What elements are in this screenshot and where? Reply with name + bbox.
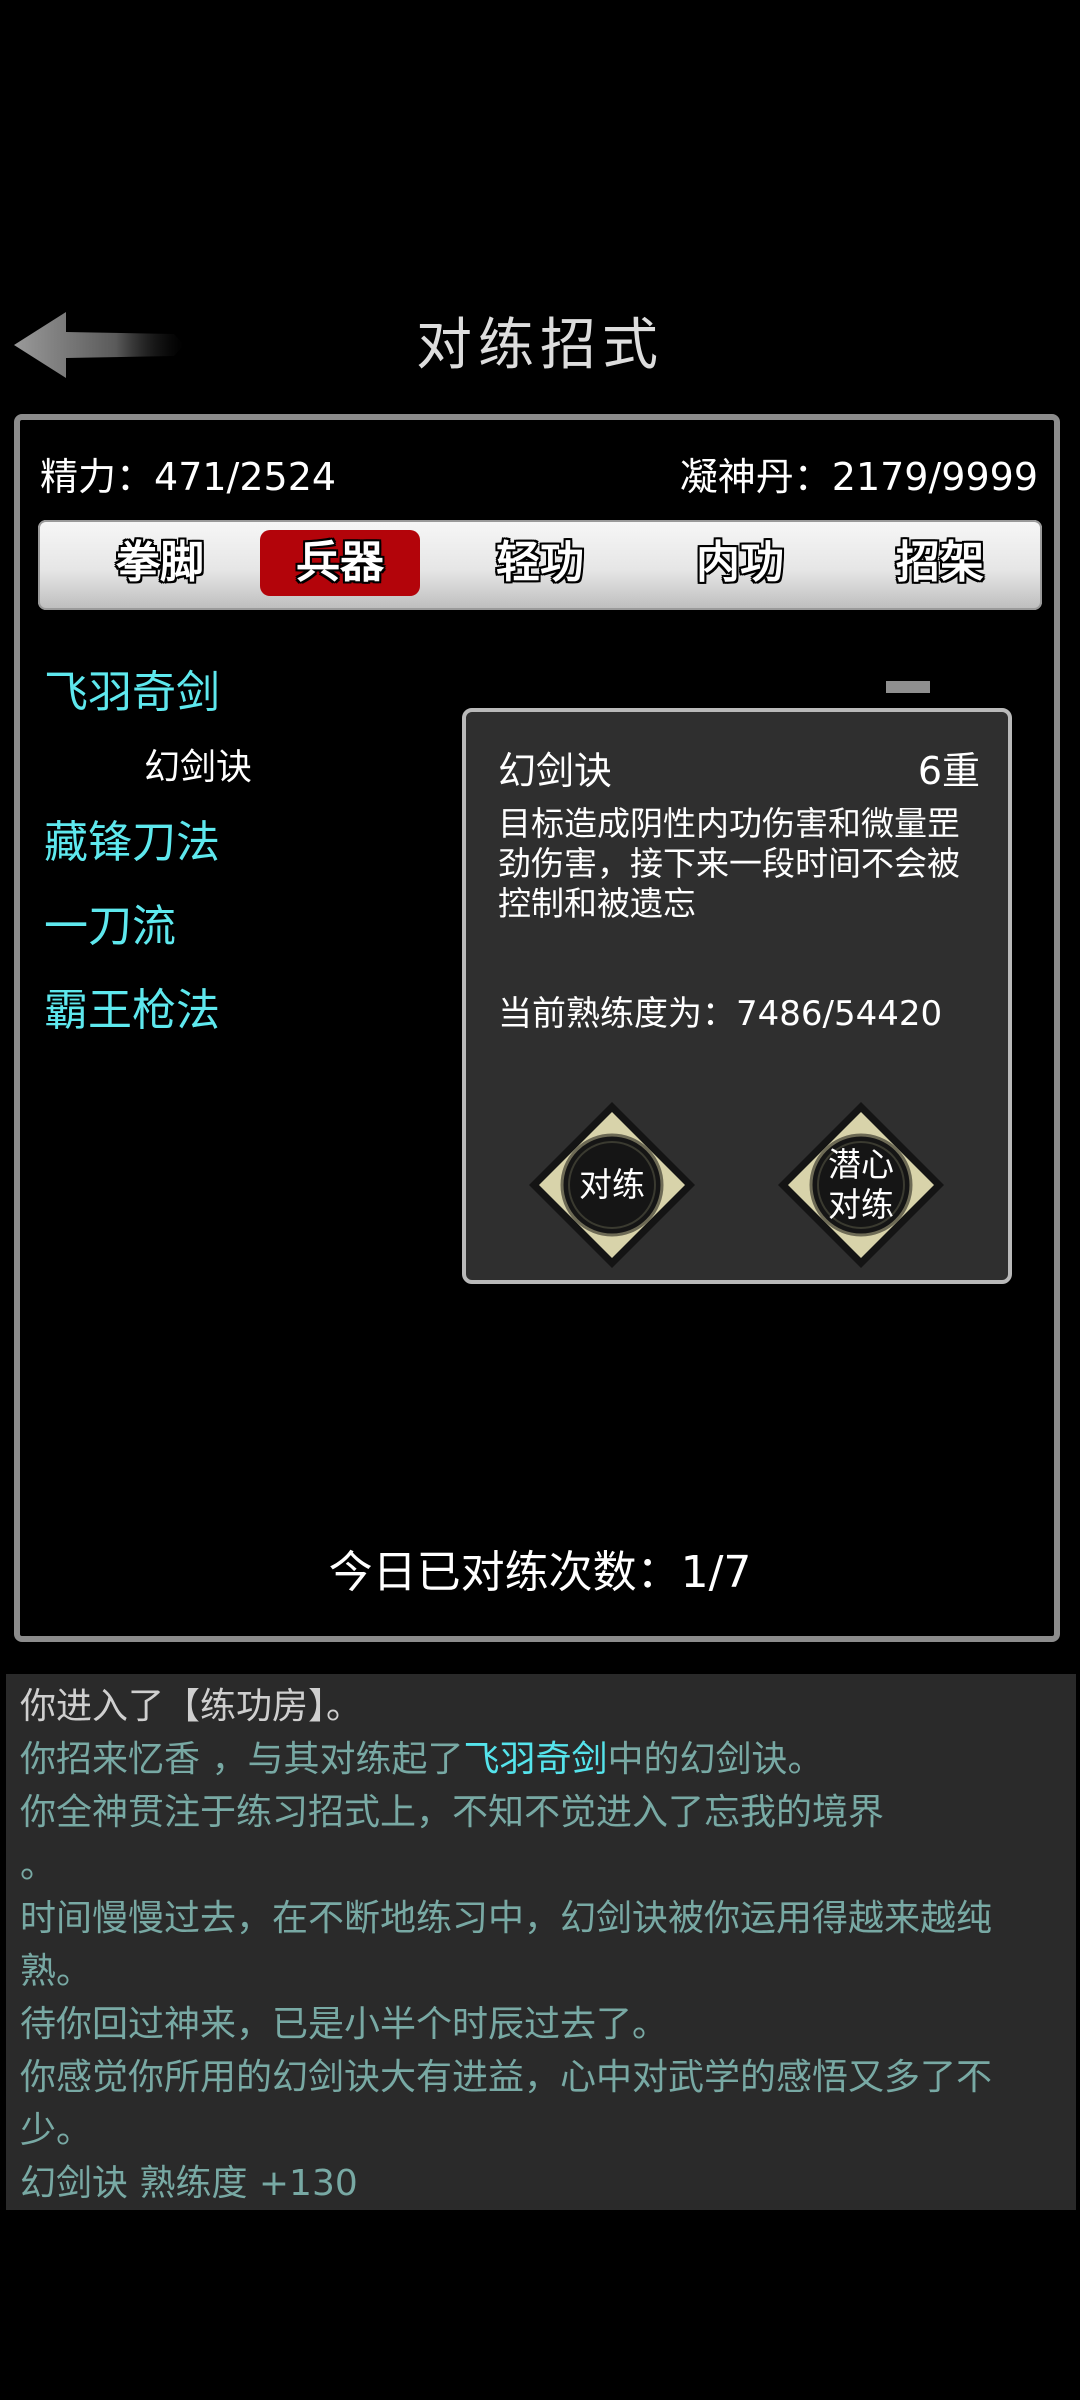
log-line: 你招来忆香 ，与其对练起了飞羽奇剑中的幻剑诀。	[20, 1733, 1062, 1786]
tab-weapon[interactable]: 兵器	[260, 530, 420, 596]
tab-fist[interactable]: 拳脚	[80, 530, 240, 596]
log-line: 时间慢慢过去，在不断地练习中，幻剑诀被你运用得越来越纯熟。	[20, 1898, 993, 1992]
skill-item[interactable]: 藏锋刀法	[44, 806, 220, 870]
energy-stat: 精力：471/2524	[40, 446, 336, 501]
pill-value: 2179/9999	[831, 455, 1038, 499]
tab-inner[interactable]: 内功	[660, 530, 820, 596]
log-highlight: 飞羽奇剑	[463, 1739, 608, 1780]
detail-description: 目标造成阴性内功伤害和微量罡劲伤害，接下来一段时间不会被控制和被遗忘	[498, 804, 960, 923]
daily-spar-count: 今日已对练次数：1/7	[0, 1536, 1080, 1600]
log-line: 待你回过神来，已是小半个时辰过去了。	[20, 2004, 669, 2045]
detail-skill-name: 幻剑诀	[498, 749, 613, 793]
focused-spar-button[interactable]: 潜心 对练	[776, 1100, 946, 1270]
proficiency-value: 7486/54420	[736, 994, 943, 1034]
skill-item[interactable]: 飞羽奇剑	[44, 656, 220, 720]
energy-value: 471/2524	[154, 455, 337, 499]
detail-proficiency: 当前熟练度为：7486/54420	[498, 986, 942, 1035]
collapse-icon[interactable]	[886, 681, 930, 693]
skill-item[interactable]: 一刀流	[44, 890, 176, 954]
log-line: 你感觉你所用的幻剑诀大有进益，心中对武学的感悟又多了不少。	[20, 2057, 993, 2151]
tab-lightness[interactable]: 轻功	[460, 530, 620, 596]
pill-stat: 凝神丹：2179/9999	[680, 446, 1038, 501]
daily-count-value: 1/7	[680, 1547, 752, 1598]
log-line: 你进入了【练功房】。	[20, 1686, 363, 1727]
log-text: 你招来忆香 ，与其对练起了	[20, 1739, 464, 1780]
spar-button[interactable]: 对练	[527, 1100, 697, 1270]
log-line: 你全神贯注于练习招式上，不知不觉进入了忘我的境界	[20, 1792, 885, 1833]
skill-sub-item[interactable]: 幻剑诀	[144, 738, 252, 790]
page-title: 对练招式	[416, 313, 664, 378]
detail-skill-level: 6重	[917, 749, 980, 793]
spar-button-label: 对练	[579, 1165, 645, 1204]
daily-count-label: 今日已对练次数：	[328, 1547, 681, 1598]
tab-parry[interactable]: 招架	[860, 530, 1020, 596]
pill-label: 凝神丹：	[679, 455, 832, 499]
focused-spar-button-label: 潜心 对练	[828, 1145, 894, 1224]
skill-item[interactable]: 霸王枪法	[44, 974, 220, 1038]
log-line: 幻剑诀 熟练度 +130	[20, 2163, 358, 2204]
proficiency-label: 当前熟练度为：	[498, 994, 736, 1034]
energy-label: 精力：	[40, 455, 155, 499]
message-log[interactable]: 你进入了【练功房】。 你招来忆香 ，与其对练起了飞羽奇剑中的幻剑诀。 你全神贯注…	[6, 1674, 1076, 2210]
log-line: 。	[20, 1845, 57, 1886]
category-tabs: 拳脚 兵器 轻功 内功 招架	[38, 520, 1042, 610]
log-text: 中的幻剑诀。	[607, 1739, 824, 1780]
